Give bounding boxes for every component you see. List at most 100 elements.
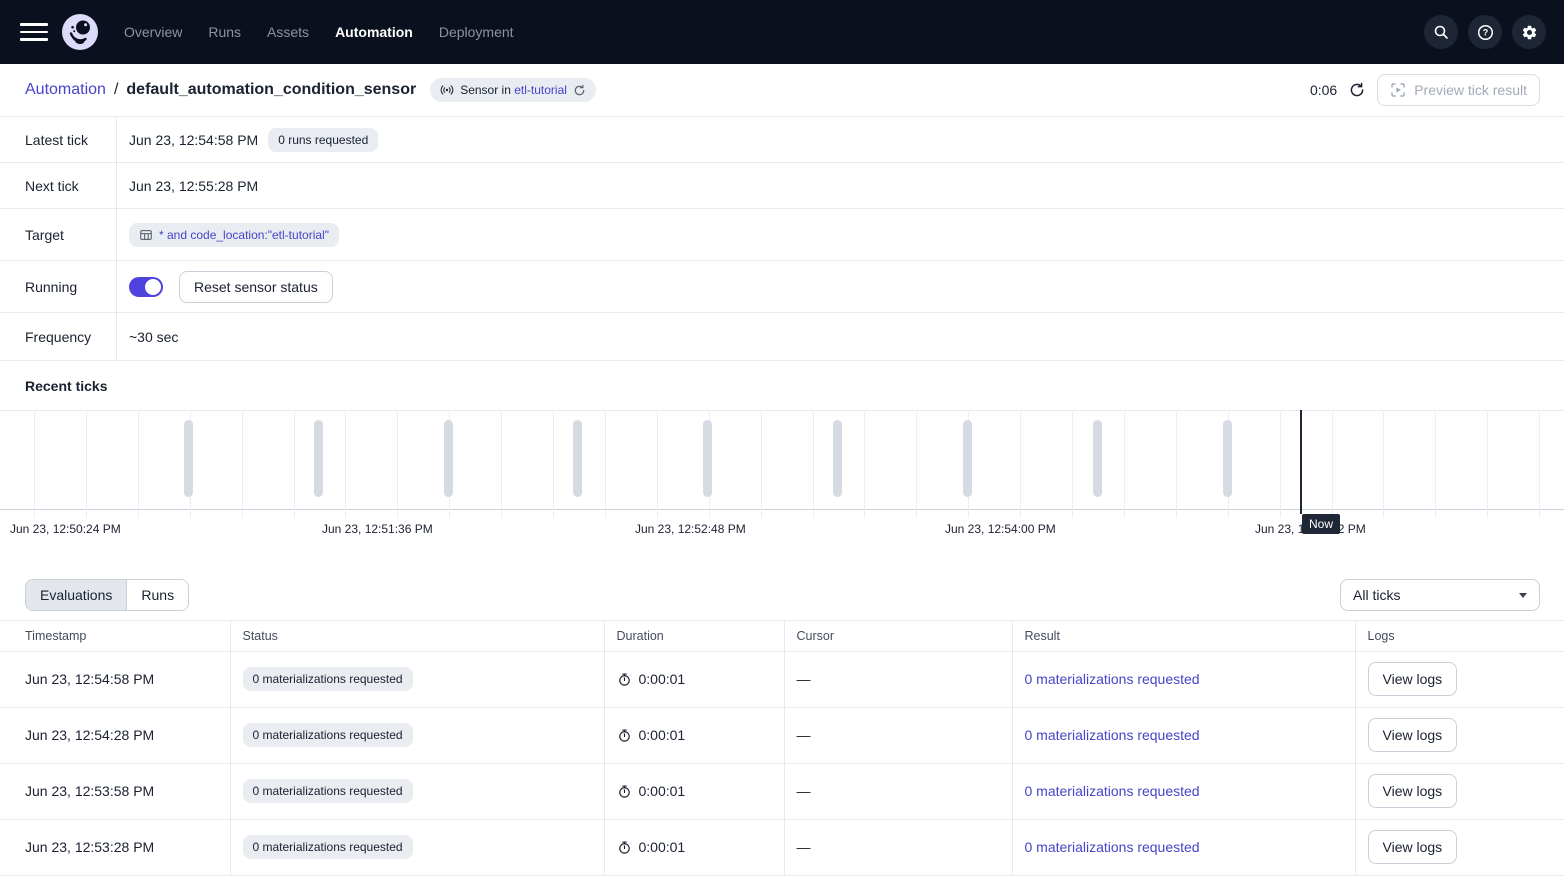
timeline-gridline <box>813 410 814 518</box>
target-row: Target * and code_location:"etl-tutorial… <box>0 208 1564 260</box>
axis-label: Jun 23, 12:50:24 PM <box>10 520 130 538</box>
next-tick-value: Jun 23, 12:55:28 PM <box>129 178 258 194</box>
target-label: Target <box>0 209 117 260</box>
tick-bar[interactable] <box>1093 420 1102 497</box>
refresh-countdown: 0:06 <box>1310 82 1337 98</box>
row-duration: 0:00:01 <box>639 839 686 855</box>
row-status-badge: 0 materializations requested <box>243 723 413 747</box>
frequency-value: ~30 sec <box>129 329 178 345</box>
preview-tick-result-button[interactable]: Preview tick result <box>1377 74 1540 106</box>
evaluations-table: Timestamp Status Duration Cursor Result … <box>0 621 1564 876</box>
row-duration: 0:00:01 <box>639 783 686 799</box>
nav-item-deployment[interactable]: Deployment <box>439 24 514 40</box>
row-duration: 0:00:01 <box>639 671 686 687</box>
tick-bar[interactable] <box>963 420 972 497</box>
row-cursor: — <box>797 783 811 799</box>
tick-bar[interactable] <box>833 420 842 497</box>
tick-bar[interactable] <box>1223 420 1232 497</box>
stopwatch-icon <box>617 728 632 743</box>
row-result-link[interactable]: 0 materializations requested <box>1025 783 1200 799</box>
timeline-gridline <box>761 410 762 518</box>
dagster-logo-icon[interactable] <box>62 14 98 50</box>
next-tick-row: Next tick Jun 23, 12:55:28 PM <box>0 162 1564 208</box>
target-selection-chip[interactable]: * and code_location:"etl-tutorial" <box>129 223 339 247</box>
help-button[interactable]: ? <box>1468 15 1502 49</box>
nav-item-overview[interactable]: Overview <box>124 24 182 40</box>
reload-location-icon[interactable] <box>573 84 586 97</box>
timeline-gridline <box>916 410 917 518</box>
tick-filter-value: All ticks <box>1353 587 1400 603</box>
row-duration: 0:00:01 <box>639 727 686 743</box>
breadcrumb-automation-link[interactable]: Automation <box>25 81 106 99</box>
tick-bar[interactable] <box>314 420 323 497</box>
row-result-link[interactable]: 0 materializations requested <box>1025 727 1200 743</box>
timeline-gridline <box>1124 410 1125 518</box>
timeline-gridline <box>86 410 87 518</box>
row-timestamp: Jun 23, 12:53:28 PM <box>25 839 154 855</box>
timeline-gridline <box>1072 410 1073 518</box>
axis-label: Jun 23, 12:52:48 PM <box>635 520 755 538</box>
timeline-gridline <box>657 410 658 518</box>
nav-item-assets[interactable]: Assets <box>267 24 309 40</box>
row-result-link[interactable]: 0 materializations requested <box>1025 839 1200 855</box>
chevron-down-icon <box>1519 593 1527 598</box>
latest-tick-row: Latest tick Jun 23, 12:54:58 PM 0 runs r… <box>0 116 1564 162</box>
refresh-icon <box>1349 82 1365 98</box>
row-cursor: — <box>797 727 811 743</box>
timeline-gridline <box>294 410 295 518</box>
row-status-badge: 0 materializations requested <box>243 667 413 691</box>
recent-ticks-heading: Recent ticks <box>0 360 1564 410</box>
tick-bar[interactable] <box>184 420 193 497</box>
col-cursor: Cursor <box>784 621 1012 651</box>
timeline-gridline <box>605 410 606 518</box>
reset-sensor-status-button[interactable]: Reset sensor status <box>179 271 333 303</box>
tick-timeline-chart: Jun 23, 12:50:24 PM Jun 23, 12:51:36 PM Ju… <box>0 410 1564 570</box>
row-result-link[interactable]: 0 materializations requested <box>1025 671 1200 687</box>
refresh-button[interactable] <box>1349 82 1365 98</box>
tick-filter-select[interactable]: All ticks <box>1340 579 1540 611</box>
results-toolbar: Evaluations Runs All ticks <box>0 570 1564 621</box>
svg-text:?: ? <box>1482 27 1488 37</box>
frequency-row: Frequency ~30 sec <box>0 312 1564 360</box>
nav-item-runs[interactable]: Runs <box>208 24 241 40</box>
latest-tick-status-badge: 0 runs requested <box>268 128 378 152</box>
timeline-gridline <box>1280 410 1281 518</box>
timeline-gridline <box>138 410 139 518</box>
table-header-row: Timestamp Status Duration Cursor Result … <box>0 621 1564 651</box>
tick-bar[interactable] <box>703 420 712 497</box>
axis-label: Jun 23, 12:51:36 PM <box>322 520 442 538</box>
col-timestamp: Timestamp <box>0 621 230 651</box>
now-marker-line <box>1300 410 1302 514</box>
view-segmented-control: Evaluations Runs <box>25 579 189 611</box>
view-logs-button[interactable]: View logs <box>1368 830 1458 864</box>
search-button[interactable] <box>1424 15 1458 49</box>
col-duration: Duration <box>604 621 784 651</box>
preview-icon <box>1390 82 1406 98</box>
sensor-details: Latest tick Jun 23, 12:54:58 PM 0 runs r… <box>0 116 1564 360</box>
col-status: Status <box>230 621 604 651</box>
search-icon <box>1433 24 1449 40</box>
axis-label: Jun 23, 12:54:00 PM <box>945 520 1065 538</box>
view-logs-button[interactable]: View logs <box>1368 774 1458 808</box>
latest-tick-label: Latest tick <box>0 117 117 162</box>
timeline-gridline <box>1487 410 1488 518</box>
settings-button[interactable] <box>1512 15 1546 49</box>
code-location-link[interactable]: etl-tutorial <box>514 83 567 97</box>
next-tick-label: Next tick <box>0 163 117 208</box>
tick-bar[interactable] <box>444 420 453 497</box>
tab-runs[interactable]: Runs <box>127 580 188 610</box>
nav-item-automation[interactable]: Automation <box>335 24 413 40</box>
row-timestamp: Jun 23, 12:54:28 PM <box>25 727 154 743</box>
timeline-plot-area <box>0 410 1564 510</box>
tab-evaluations[interactable]: Evaluations <box>26 580 127 610</box>
view-logs-button[interactable]: View logs <box>1368 718 1458 752</box>
evaluation-row: Jun 23, 12:54:28 PM 0 materializations re… <box>0 707 1564 763</box>
running-toggle[interactable] <box>129 277 163 297</box>
row-cursor: — <box>797 839 811 855</box>
help-icon: ? <box>1477 24 1494 41</box>
tick-bar[interactable] <box>573 420 582 497</box>
view-logs-button[interactable]: View logs <box>1368 662 1458 696</box>
running-row: Running Reset sensor status <box>0 260 1564 312</box>
hamburger-menu-icon[interactable] <box>20 23 48 41</box>
timeline-gridline <box>1020 410 1021 518</box>
